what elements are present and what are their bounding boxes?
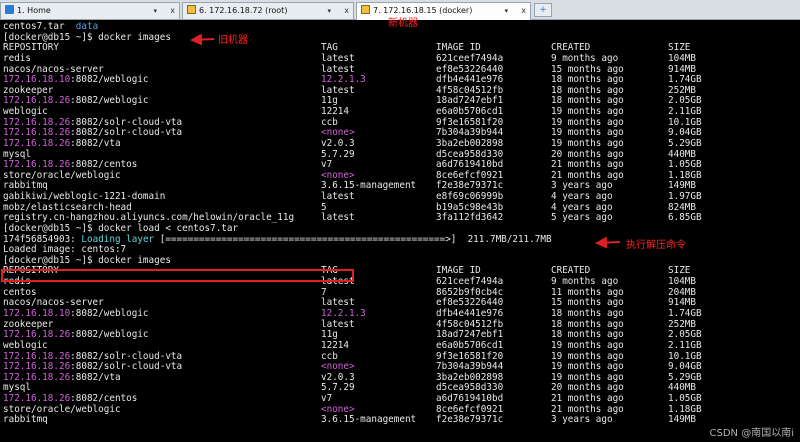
arrow-old-machine xyxy=(190,33,215,46)
arrow-run-command xyxy=(595,236,621,249)
highlight-box-centos xyxy=(1,269,354,282)
annotation-arrows xyxy=(190,33,621,249)
watermark: CSDN @南国以南i xyxy=(709,428,794,439)
